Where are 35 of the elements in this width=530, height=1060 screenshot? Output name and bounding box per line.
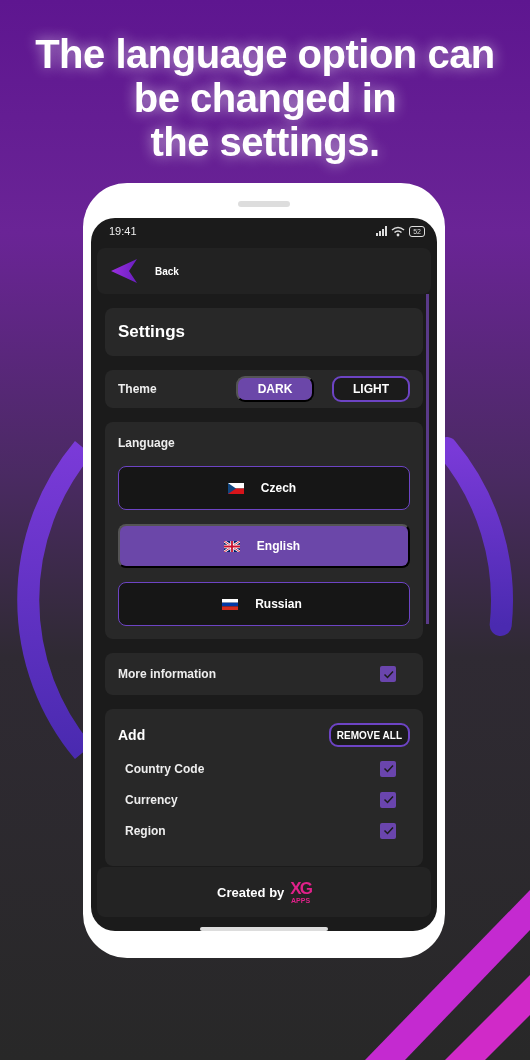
british-flag-icon	[223, 540, 240, 552]
scrollbar[interactable]	[426, 294, 429, 624]
check-icon	[381, 763, 395, 774]
option-label: Region	[125, 823, 166, 838]
more-info-label: More information	[118, 667, 216, 681]
language-option[interactable]: English	[118, 524, 410, 568]
logo-mark: XG	[290, 880, 311, 897]
remove-all-button[interactable]: REMOVE ALL	[328, 723, 410, 747]
settings-title: Settings	[105, 308, 423, 356]
status-time: 19:41	[109, 225, 137, 237]
checkbox[interactable]	[380, 760, 396, 777]
add-label: Add	[118, 727, 146, 743]
signal-icon	[376, 226, 388, 236]
language-option[interactable]: Russian	[118, 582, 410, 626]
back-label[interactable]: Back	[155, 265, 179, 277]
checkbox[interactable]	[380, 666, 396, 682]
headline: The language option can be changed in the settings.	[34, 31, 496, 164]
theme-button[interactable]: LIGHT	[332, 376, 410, 402]
check-icon	[381, 668, 395, 680]
back-arrow-icon	[111, 259, 137, 283]
language-label: Language	[118, 436, 176, 450]
option-label: Country Code	[125, 761, 205, 776]
language-option[interactable]: Czech	[118, 466, 410, 510]
checkbox[interactable]	[380, 791, 396, 808]
wifi-icon	[391, 225, 406, 237]
checkbox[interactable]	[380, 822, 396, 839]
footer-text: Created by	[217, 884, 285, 900]
theme-label: Theme	[118, 382, 158, 396]
option-label: Currency	[125, 792, 178, 807]
speaker	[238, 201, 290, 207]
check-icon	[381, 794, 395, 805]
theme-button[interactable]: DARK	[236, 376, 314, 402]
check-icon	[381, 825, 395, 836]
russian-flag-icon	[222, 598, 239, 610]
czech-flag-icon	[227, 482, 244, 494]
